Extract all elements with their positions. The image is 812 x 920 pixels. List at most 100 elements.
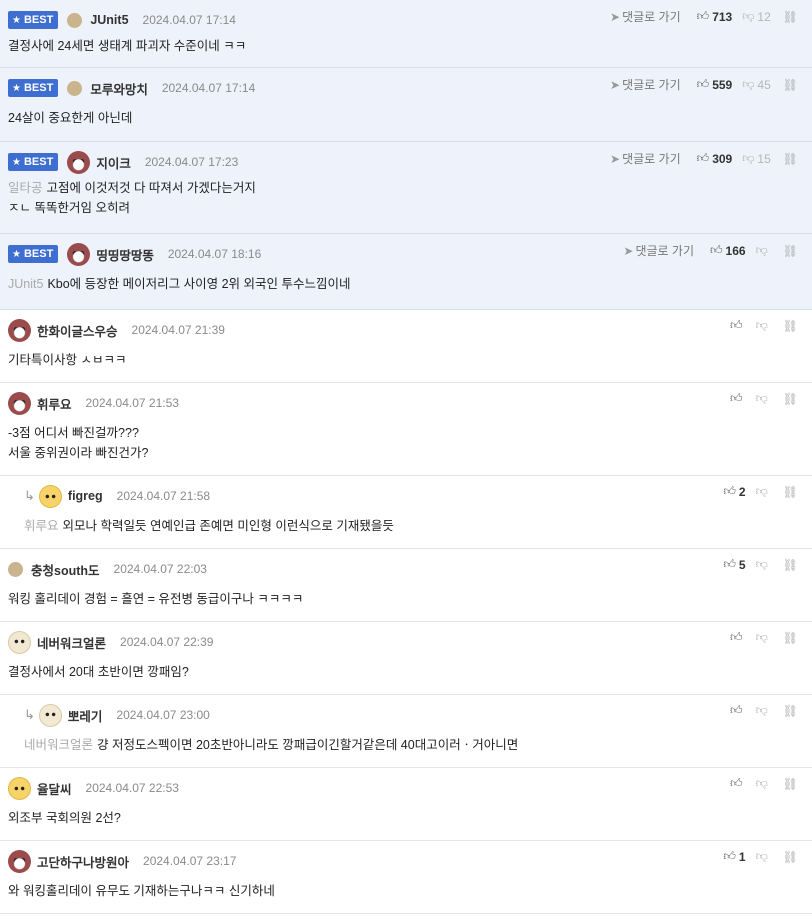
avatar[interactable]: [67, 242, 91, 266]
link-icon[interactable]: ⛓: [783, 485, 798, 499]
avatar[interactable]: [8, 561, 23, 577]
nickname[interactable]: JUnit5: [90, 13, 128, 27]
thumbs-up-icon: 👍︎: [723, 849, 736, 863]
link-icon[interactable]: ⛓: [783, 631, 798, 645]
arrow-icon: ➤: [623, 244, 634, 258]
comment-body: -3점 어디서 빠진걸까??? 서울 중위권이라 빠진건가?: [8, 423, 148, 463]
dislike-button[interactable]: 👎︎: [756, 318, 771, 333]
comment-text-line: ㅈㄴ 똑똑한거임 오히려: [8, 198, 256, 218]
avatar[interactable]: [67, 80, 83, 96]
nickname[interactable]: 고단하구나방원아: [37, 852, 129, 871]
star-icon: ★: [12, 248, 21, 260]
nickname[interactable]: 율달씨: [37, 779, 72, 798]
nickname[interactable]: figreg: [68, 489, 103, 503]
link-icon[interactable]: ⛓: [783, 244, 798, 258]
link-icon[interactable]: ⛓: [783, 319, 798, 333]
star-icon: ★: [12, 14, 21, 26]
comment-text-line: 휘루요 외모나 학력일듯 연예인급 존예면 미인형 이런식으로 기재됐을듯: [24, 516, 394, 536]
comment-header: ★ BEST 띵띵땅땅똥 2024.04.07 18:16: [8, 242, 262, 266]
link-icon[interactable]: ⛓: [783, 777, 798, 791]
thumbs-down-icon: 👎︎: [742, 77, 755, 91]
nickname[interactable]: 지이크: [96, 153, 131, 172]
dislike-button[interactable]: 👎︎: [756, 391, 771, 406]
dislike-button[interactable]: 👎︎: [756, 484, 771, 499]
reply-target[interactable]: JUnit5: [8, 277, 43, 291]
avatar[interactable]: [8, 849, 31, 873]
link-icon[interactable]: ⛓: [783, 392, 798, 406]
avatar[interactable]: [8, 391, 31, 415]
reply-target[interactable]: 일타공: [8, 181, 43, 195]
comment-actions: 👍︎ 1 👎︎ ⛓: [713, 849, 798, 864]
thumbs-down-icon: 👎︎: [755, 849, 768, 863]
comment-actions: ➤ 댓글로 가기 👍︎ 559 👎︎ 45 ⛓: [610, 76, 798, 93]
like-button[interactable]: 👍︎: [730, 776, 746, 791]
avatar[interactable]: [38, 703, 62, 727]
avatar[interactable]: [8, 776, 31, 800]
nickname[interactable]: 띵띵땅땅똥: [96, 245, 154, 264]
reply-target[interactable]: 휘루요: [24, 519, 59, 533]
goto-comment-link[interactable]: ➤ 댓글로 가기: [623, 242, 694, 259]
dislike-button[interactable]: 👎︎: [756, 703, 771, 718]
comment: 한화이글스우승 2024.04.07 21:39 👍︎ 👎︎ ⛓ 기타특이사항 ㅅㅂㅋㅋ: [0, 310, 812, 383]
comment-header: 충청south도 2024.04.07 22:03: [8, 559, 207, 579]
dislike-button[interactable]: 👎︎: [756, 630, 771, 645]
goto-label: 댓글로 가기: [635, 244, 694, 258]
timestamp: 2024.04.07 18:16: [167, 247, 262, 261]
dislike-button[interactable]: 👎︎: [756, 776, 771, 791]
dislike-count: 12: [757, 9, 771, 24]
dislike-button[interactable]: 👎︎: [756, 243, 771, 258]
comment-header: ↳ figreg 2024.04.07 21:58: [24, 484, 210, 508]
like-count: 5: [738, 557, 746, 572]
like-count: 166: [725, 243, 746, 258]
like-button[interactable]: 👍︎: [730, 703, 746, 718]
link-icon[interactable]: ⛓: [783, 78, 798, 92]
like-button[interactable]: 👍︎ 713: [697, 9, 733, 24]
avatar[interactable]: [8, 630, 31, 654]
dislike-button[interactable]: 👎︎: [756, 849, 771, 864]
reply-target[interactable]: 네버워크얼론: [24, 738, 93, 752]
like-count: 1: [738, 849, 746, 864]
goto-comment-link[interactable]: ➤ 댓글로 가기: [610, 8, 681, 25]
like-button[interactable]: 👍︎ 309: [697, 151, 733, 166]
link-icon[interactable]: ⛓: [783, 704, 798, 718]
thumbs-down-icon: 👎︎: [755, 703, 768, 717]
goto-comment-link[interactable]: ➤ 댓글로 가기: [610, 76, 681, 93]
like-button[interactable]: 👍︎ 559: [697, 77, 733, 92]
thumbs-down-icon: 👎︎: [742, 9, 755, 23]
thumbs-up-icon: 👍︎: [696, 151, 710, 165]
link-icon[interactable]: ⛓: [783, 850, 798, 864]
comment-text: 외조부 국회의원 2선?: [8, 811, 121, 825]
star-icon: ★: [12, 82, 21, 94]
like-button[interactable]: 👍︎ 166: [710, 243, 746, 258]
like-button[interactable]: 👍︎ 2: [723, 484, 745, 499]
dislike-button[interactable]: 👎︎: [756, 557, 771, 572]
link-icon[interactable]: ⛓: [783, 558, 798, 572]
nickname[interactable]: 한화이글스우승: [37, 321, 118, 340]
like-button[interactable]: 👍︎: [730, 391, 746, 406]
dislike-button[interactable]: 👎︎ 45: [742, 77, 771, 92]
comment-actions: 👍︎ 5 👎︎ ⛓: [713, 557, 798, 572]
thumbs-down-icon: 👎︎: [755, 557, 768, 571]
goto-comment-link[interactable]: ➤ 댓글로 가기: [610, 150, 681, 167]
comment-text: 외모나 학력일듯 연예인급 존예면 미인형 이런식으로 기재됐을듯: [62, 519, 394, 533]
like-button[interactable]: 👍︎: [730, 318, 746, 333]
avatar[interactable]: [67, 150, 91, 174]
like-button[interactable]: 👍︎ 5: [723, 557, 745, 572]
nickname[interactable]: 충청south도: [31, 560, 100, 579]
like-button[interactable]: 👍︎: [730, 630, 746, 645]
nickname[interactable]: 휘루요: [37, 394, 72, 413]
comment-text-line: 네버워크얼론 걍 저정도스펙이면 20초반아니라도 깡패급이긴할거같은데 40대고…: [24, 735, 518, 755]
like-count: 559: [712, 77, 733, 92]
link-icon[interactable]: ⛓: [783, 10, 798, 24]
avatar[interactable]: [38, 484, 62, 508]
like-button[interactable]: 👍︎ 1: [723, 849, 745, 864]
link-icon[interactable]: ⛓: [783, 152, 798, 166]
comment-header: 율달씨 2024.04.07 22:53: [8, 776, 179, 800]
dislike-button[interactable]: 👎︎ 15: [742, 151, 771, 166]
avatar[interactable]: [8, 318, 31, 342]
avatar[interactable]: [67, 12, 83, 28]
nickname[interactable]: 뽀레기: [68, 706, 103, 725]
nickname[interactable]: 모루와망치: [90, 79, 148, 98]
dislike-button[interactable]: 👎︎ 12: [742, 9, 771, 24]
nickname[interactable]: 네버워크얼론: [37, 633, 106, 652]
